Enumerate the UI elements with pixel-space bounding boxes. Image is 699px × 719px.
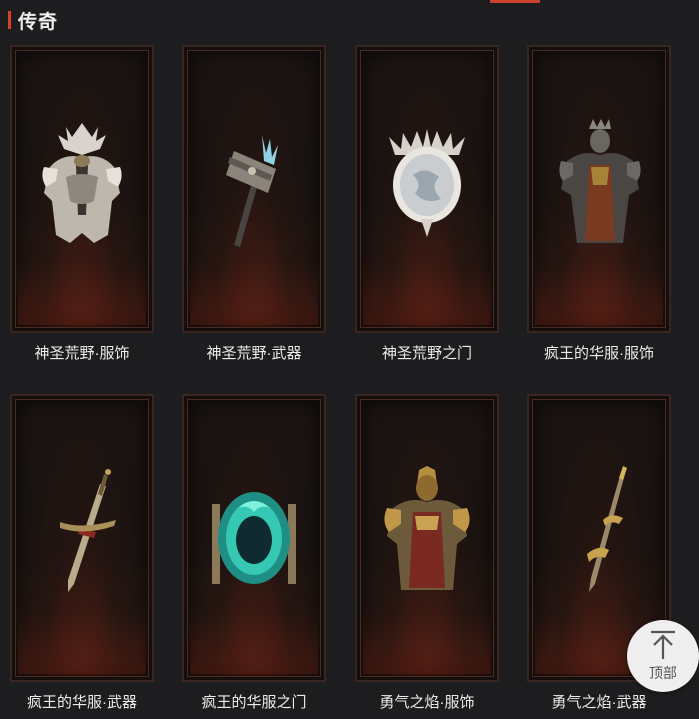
item-name[interactable]: 勇气之焰·服饰: [345, 691, 509, 712]
item-name[interactable]: 勇气之焰·武器: [517, 691, 681, 712]
item-name[interactable]: 疯王的华服·武器: [0, 691, 164, 712]
item-grid: 神圣荒野·服饰 神圣荒野·武器 神圣荒野之门 疯王的华服·服饰 疯王的华服·武器…: [0, 0, 699, 719]
item-name[interactable]: 神圣荒野之门: [345, 342, 509, 363]
hammer-icon: [226, 135, 278, 247]
portal-icon: [212, 492, 296, 584]
item-name[interactable]: 神圣荒野·服饰: [0, 342, 164, 363]
back-to-top-label: 顶部: [649, 665, 677, 681]
sword-icon: [60, 469, 116, 592]
item-name[interactable]: 疯王的华服·服饰: [517, 342, 681, 363]
item-name[interactable]: 疯王的华服之门: [172, 691, 336, 712]
sword-icon: [587, 466, 627, 592]
armor-icon: [384, 466, 470, 590]
arrow-up-icon: [651, 630, 675, 659]
back-to-top-button[interactable]: 顶部: [627, 620, 699, 692]
mirror-portal-icon: [389, 129, 465, 237]
item-name[interactable]: 神圣荒野·武器: [172, 342, 336, 363]
armor-icon: [42, 123, 122, 243]
armor-icon: [559, 119, 641, 243]
